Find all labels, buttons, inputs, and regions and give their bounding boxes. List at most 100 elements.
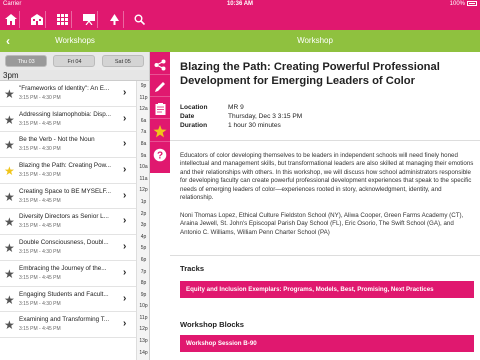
- time-index-item[interactable]: 10p: [137, 301, 149, 313]
- time-index-item[interactable]: 7p: [137, 267, 149, 279]
- date-label: Date: [180, 113, 195, 120]
- grid-icon[interactable]: [54, 11, 72, 28]
- notepad-icon[interactable]: [150, 99, 170, 119]
- workshop-row-time: 3:15 PM - 4:30 PM: [19, 249, 61, 256]
- time-index-item[interactable]: 12p: [137, 185, 149, 197]
- svg-text:?: ?: [157, 151, 163, 162]
- workshop-row-time: 3:15 PM - 4:30 PM: [19, 95, 61, 101]
- share-icon[interactable]: [150, 55, 170, 75]
- time-index-item[interactable]: 10a: [137, 162, 149, 174]
- table-row[interactable]: ★ Blazing the Path: Creating Pow... 3:15 P…: [0, 158, 136, 184]
- workshop-meta: Location MR 9 Date Thursday, Dec 3 3:15 …: [180, 104, 380, 131]
- star-icon[interactable]: ★: [4, 293, 15, 307]
- time-index-item[interactable]: 11p: [137, 313, 149, 325]
- presentation-icon[interactable]: [80, 11, 98, 28]
- workshop-row-time: 3:15 PM - 4:45 PM: [19, 274, 61, 281]
- table-row[interactable]: ★ Diversity Directors as Senior L... 3:15 …: [0, 209, 136, 236]
- time-index-item[interactable]: 13p: [137, 336, 149, 348]
- time-index-item[interactable]: 9p: [137, 81, 149, 93]
- duration-label: Duration: [180, 122, 208, 129]
- table-row[interactable]: ★ Examining and Transforming T... 3:15 PM …: [0, 312, 136, 338]
- workshop-row-title: Diversity Directors as Senior L...: [19, 213, 109, 221]
- time-index[interactable]: 9p 11p 12a 6a 7a 8a 9a 10a 11a 12p 1p 2p 3p 4p 5p 6p 7p 8…: [136, 81, 149, 360]
- day-tab-1[interactable]: Fri 04: [53, 55, 96, 67]
- star-icon[interactable]: ★: [4, 87, 15, 101]
- table-row[interactable]: ★ Be the Verb - Not the Noun 3:15 PM - 4:3…: [0, 132, 136, 159]
- star-icon[interactable]: ★: [4, 215, 15, 229]
- track-link[interactable]: Equity and Inclusion Exemplars: Programs…: [180, 281, 474, 298]
- star-icon[interactable]: ★: [4, 190, 15, 204]
- help-icon[interactable]: ?: [150, 145, 170, 165]
- star-icon[interactable]: ★: [4, 113, 15, 127]
- day-tab-0[interactable]: Thu 03: [5, 55, 48, 67]
- star-icon[interactable]: ★: [4, 318, 15, 332]
- chevron-right-icon: ›: [123, 241, 127, 253]
- star-icon[interactable]: ★: [4, 164, 15, 178]
- workshop-row-title: Examining and Transforming T...: [19, 316, 110, 324]
- blocks-header: Workshop Blocks: [180, 320, 244, 329]
- workshop-row-title: Double Consciousness, Doubl...: [19, 239, 109, 247]
- chevron-right-icon: ›: [123, 87, 127, 98]
- workshop-block-link[interactable]: Workshop Session B-90: [180, 335, 474, 352]
- chevron-right-icon: ›: [123, 266, 127, 278]
- table-row[interactable]: ★ "Frameworks of Identity": An E... 3:15 P…: [0, 81, 136, 107]
- duration-value: 1 hour 30 minutes: [228, 122, 281, 129]
- time-index-item[interactable]: 5p: [137, 243, 149, 255]
- location-label: Location: [180, 104, 208, 111]
- battery-percent: 100%: [449, 1, 465, 8]
- list-title: Workshops: [55, 36, 95, 45]
- home-icon[interactable]: [2, 11, 20, 28]
- time-index-item[interactable]: 8p: [137, 278, 149, 290]
- time-index-item[interactable]: 4p: [137, 232, 149, 244]
- time-index-item[interactable]: 1p: [137, 197, 149, 209]
- time-index-item[interactable]: 2p: [137, 209, 149, 221]
- battery-indicator: 100%: [450, 1, 477, 7]
- star-icon[interactable]: [150, 122, 170, 142]
- workshop-description: Educators of color developing themselves…: [180, 152, 474, 202]
- detail-title: Workshop: [297, 36, 333, 45]
- tree-icon[interactable]: [106, 11, 124, 28]
- battery-icon: [467, 1, 477, 6]
- time-index-item[interactable]: 6a: [137, 116, 149, 128]
- time-index-item[interactable]: 14p: [137, 348, 149, 360]
- time-index-item[interactable]: 3p: [137, 220, 149, 232]
- tracks-header: Tracks: [180, 264, 205, 273]
- table-row[interactable]: ★ Embracing the Journey of the... 3:15 PM …: [0, 261, 136, 287]
- star-icon[interactable]: ★: [4, 267, 15, 281]
- table-row[interactable]: ★ Double Consciousness, Doubl... 3:15 PM -…: [0, 235, 136, 261]
- workshop-row-time: 3:15 PM - 4:30 PM: [19, 146, 61, 153]
- time-index-item[interactable]: 12a: [137, 104, 149, 116]
- chevron-right-icon: ›: [123, 215, 127, 227]
- pencil-icon[interactable]: [150, 77, 170, 97]
- table-row[interactable]: ★ Creating Space to BE MYSELF... 3:15 PM -…: [0, 184, 136, 210]
- workshop-row-title: Engaging Students and Facult...: [19, 290, 109, 298]
- day-selector: Thu 03 Fri 04 Sat 05: [0, 52, 149, 70]
- workshop-presenters: Noni Thomas Lopez, Ethical Culture Field…: [180, 212, 464, 236]
- search-icon[interactable]: [130, 11, 148, 28]
- top-nav: [0, 9, 480, 30]
- workshop-row-time: 3:15 PM - 4:45 PM: [19, 197, 61, 204]
- time-index-item[interactable]: 9p: [137, 290, 149, 302]
- time-index-item[interactable]: 11a: [137, 174, 149, 186]
- action-rail: ?: [150, 52, 170, 173]
- workshop-row-title: "Frameworks of Identity": An E...: [19, 85, 110, 92]
- time-index-item[interactable]: 11p: [137, 93, 149, 105]
- table-row[interactable]: ★ Addressing Islamophobia: Disp... 3:15 PM…: [0, 107, 136, 133]
- status-bar: Carrier 10:36 AM 100%: [0, 0, 480, 9]
- table-row[interactable]: ★ Engaging Students and Facult... 3:15 PM …: [0, 287, 136, 313]
- workshop-row-title: Addressing Islamophobia: Disp...: [19, 110, 112, 118]
- star-icon[interactable]: ★: [4, 138, 15, 152]
- time-index-item[interactable]: 12p: [137, 324, 149, 336]
- time-index-item[interactable]: 8a: [137, 139, 149, 151]
- hour-header: 3pm: [0, 70, 149, 81]
- workshop-row-title: Embracing the Journey of the...: [19, 264, 107, 272]
- date-value: Thursday, Dec 3 3:15 PM: [228, 113, 303, 120]
- time-index-item[interactable]: 9a: [137, 151, 149, 163]
- chevron-right-icon: ›: [123, 138, 127, 150]
- star-icon[interactable]: ★: [4, 241, 15, 255]
- time-index-item[interactable]: 7a: [137, 127, 149, 139]
- clock: 10:36 AM: [226, 1, 254, 7]
- building-icon[interactable]: [28, 11, 46, 28]
- time-index-item[interactable]: 6p: [137, 255, 149, 267]
- day-tab-2[interactable]: Sat 05: [101, 55, 144, 67]
